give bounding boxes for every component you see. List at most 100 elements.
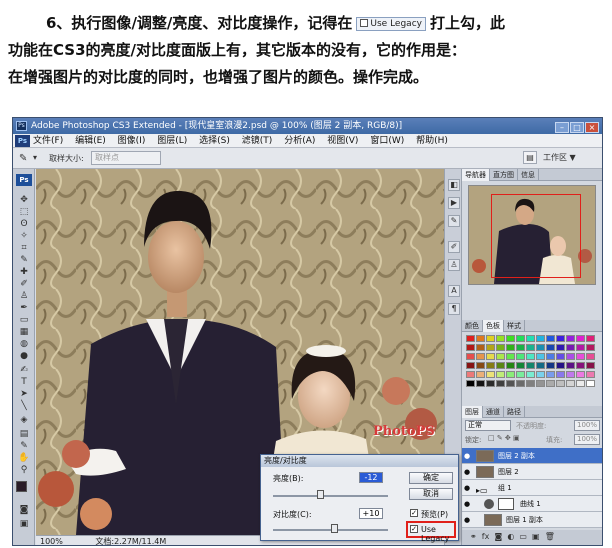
maximize-button[interactable]: □ [570, 122, 584, 133]
menu-window[interactable]: 窗口(W) [370, 136, 404, 146]
eye-icon[interactable]: ● [464, 468, 473, 476]
clone-source-icon[interactable]: ♙ [448, 259, 460, 271]
color-swatch[interactable] [476, 344, 485, 351]
zoom-tool-icon[interactable]: ⚲ [18, 465, 30, 475]
color-swatch[interactable] [556, 362, 565, 369]
tab-swatches[interactable]: 色板 [483, 320, 504, 332]
color-swatch[interactable] [466, 371, 475, 378]
menu-filter[interactable]: 滤镜(T) [242, 136, 273, 146]
stamp-tool-icon[interactable]: ♙ [18, 291, 30, 301]
color-swatch[interactable] [566, 380, 575, 387]
color-swatch[interactable] [536, 353, 545, 360]
tab-paths[interactable]: 路径 [504, 406, 525, 418]
color-swatch[interactable] [546, 380, 555, 387]
eye-icon[interactable]: ● [464, 484, 473, 492]
eyedropper-sample-tool-icon[interactable]: ✎ [18, 441, 30, 451]
brush-palette-icon[interactable]: ▤ [523, 151, 537, 164]
color-swatch[interactable] [526, 353, 535, 360]
color-swatch[interactable] [506, 362, 515, 369]
color-swatch[interactable] [586, 344, 595, 351]
brush-tool-icon[interactable]: ✐ [18, 279, 30, 289]
color-swatch[interactable] [506, 344, 515, 351]
color-swatch[interactable] [526, 335, 535, 342]
eye-icon[interactable]: ● [464, 452, 473, 460]
preview-checkbox[interactable]: ✓ [410, 509, 418, 517]
magic-wand-tool-icon[interactable]: ✧ [18, 231, 30, 241]
layer-row[interactable]: ● 图层 2 [462, 464, 602, 480]
contrast-field[interactable]: +10 [359, 508, 383, 519]
menu-edit[interactable]: 编辑(E) [75, 136, 106, 146]
eye-icon[interactable]: ● [464, 500, 473, 508]
actions-panel-icon[interactable]: ▶ [448, 197, 460, 209]
tool-preset-arrow-icon[interactable]: ▾ [33, 153, 37, 162]
color-swatch[interactable] [516, 371, 525, 378]
color-swatch[interactable] [516, 353, 525, 360]
menu-file[interactable]: 文件(F) [33, 136, 63, 146]
color-swatch[interactable] [566, 353, 575, 360]
color-swatch[interactable] [486, 362, 495, 369]
zoom-level[interactable]: 100% [40, 537, 63, 545]
color-swatch[interactable] [506, 353, 515, 360]
color-swatch[interactable] [546, 344, 555, 351]
color-swatch[interactable] [476, 335, 485, 342]
color-swatch[interactable] [526, 380, 535, 387]
color-swatch[interactable] [466, 335, 475, 342]
color-swatch[interactable] [576, 380, 585, 387]
color-swatch[interactable] [556, 353, 565, 360]
color-swatch[interactable] [586, 371, 595, 378]
notes-tool-icon[interactable]: ▤ [18, 429, 30, 439]
color-swatch[interactable] [476, 362, 485, 369]
color-swatch[interactable] [506, 371, 515, 378]
blur-tool-icon[interactable]: ◍ [18, 339, 30, 349]
menu-analysis[interactable]: 分析(A) [284, 136, 315, 146]
hand-tool-icon[interactable]: ✋ [18, 453, 30, 463]
color-swatch[interactable] [466, 362, 475, 369]
layer-row[interactable]: ● 图层 1 副本 [462, 512, 602, 528]
color-swatch[interactable] [496, 371, 505, 378]
navigator-view-box[interactable] [491, 194, 581, 278]
color-swatch[interactable] [486, 344, 495, 351]
color-swatch[interactable] [496, 353, 505, 360]
marquee-tool-icon[interactable]: ⬚ [18, 207, 30, 217]
color-swatch[interactable] [556, 335, 565, 342]
contrast-slider-thumb[interactable] [331, 524, 338, 533]
group-icon[interactable]: ▭ [519, 532, 527, 541]
color-swatch[interactable] [526, 371, 535, 378]
doc-size[interactable]: 文档:2.27M/11.4M [95, 537, 166, 545]
eraser-tool-icon[interactable]: ▭ [18, 315, 30, 325]
history-brush-tool-icon[interactable]: ✒ [18, 303, 30, 313]
eyedropper-tool-icon[interactable]: ✎ [18, 255, 30, 265]
ok-button[interactable]: 确定 [409, 472, 453, 484]
fill-field[interactable]: 100% [574, 434, 600, 445]
lock-icons[interactable]: □ ✎ ✥ ▣ [488, 434, 520, 442]
shape-tool-icon[interactable]: ╲ [18, 401, 30, 411]
tool-presets-icon[interactable]: ✎ [448, 215, 460, 227]
history-panel-icon[interactable]: ◧ [448, 179, 460, 191]
color-swatch[interactable] [576, 371, 585, 378]
tab-layers[interactable]: 图层 [462, 406, 483, 418]
color-swatch[interactable] [586, 362, 595, 369]
new-layer-icon[interactable]: ▣ [532, 532, 540, 541]
layer-row[interactable]: ● 曲线 1 [462, 496, 602, 512]
brushes-panel-icon[interactable]: ✐ [448, 241, 460, 253]
color-swatch[interactable] [486, 335, 495, 342]
color-swatch[interactable] [536, 371, 545, 378]
trash-icon[interactable]: 🗑 [545, 532, 555, 541]
quick-mask-icon[interactable]: ◙ [18, 505, 30, 515]
color-swatch[interactable] [576, 344, 585, 351]
color-swatch[interactable] [516, 362, 525, 369]
opacity-field[interactable]: 100% [574, 420, 600, 431]
color-swatch[interactable] [556, 371, 565, 378]
adjustment-layer-icon[interactable]: ◐ [507, 532, 514, 541]
minimize-button[interactable]: – [555, 122, 569, 133]
character-panel-icon[interactable]: A [448, 285, 460, 297]
color-swatch[interactable] [566, 371, 575, 378]
lasso-tool-icon[interactable]: ʘ [18, 219, 30, 229]
paragraph-panel-icon[interactable]: ¶ [448, 303, 460, 315]
color-swatch[interactable] [586, 353, 595, 360]
workspace-menu[interactable]: 工作区 ▼ [543, 152, 576, 163]
color-swatch[interactable] [566, 362, 575, 369]
fx-icon[interactable]: fx [482, 532, 490, 541]
color-swatch[interactable] [516, 380, 525, 387]
tab-styles[interactable]: 样式 [504, 320, 525, 332]
